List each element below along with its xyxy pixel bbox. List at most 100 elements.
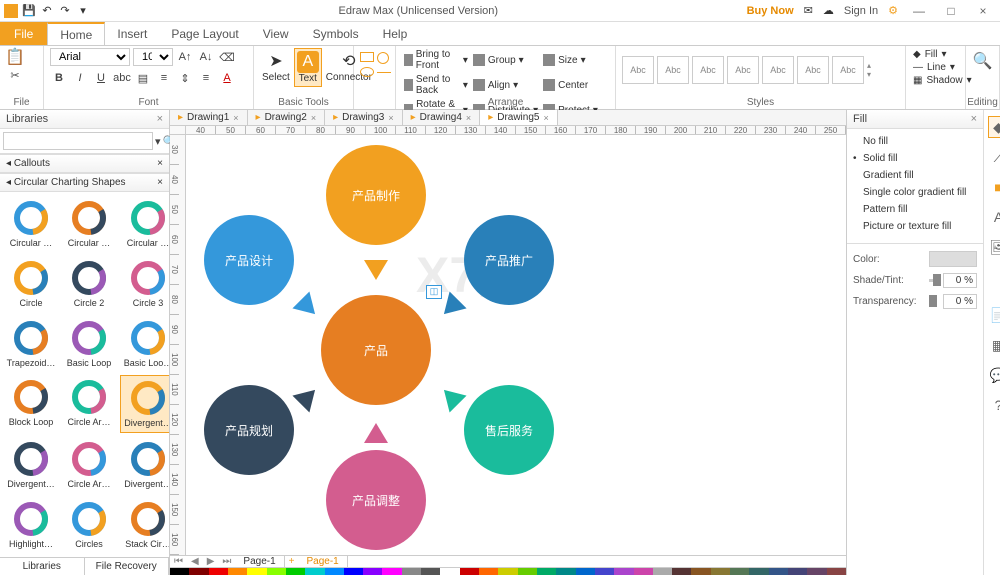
- color-swatch[interactable]: [614, 568, 633, 575]
- decrease-font-icon[interactable]: A↓: [197, 48, 215, 66]
- color-swatch[interactable]: [711, 568, 730, 575]
- style-preset[interactable]: Abc: [762, 56, 794, 84]
- image-tab-icon[interactable]: 🖼: [988, 236, 1000, 258]
- color-swatch[interactable]: [556, 568, 575, 575]
- fill-opt-none[interactable]: No fill: [847, 133, 983, 150]
- shape-oval-icon[interactable]: [360, 67, 374, 77]
- bring-front-button[interactable]: Bring to Front ▾: [402, 48, 470, 72]
- style-preset[interactable]: Abc: [832, 56, 864, 84]
- color-swatch[interactable]: [247, 568, 266, 575]
- library-search-input[interactable]: [3, 132, 153, 150]
- cut-icon[interactable]: ✂: [6, 66, 24, 84]
- shape-item[interactable]: Divergent…: [4, 437, 58, 493]
- doc-tab[interactable]: ▸ Drawing4 ×: [403, 110, 481, 125]
- color-swatch[interactable]: [286, 568, 305, 575]
- color-swatch[interactable]: [691, 568, 710, 575]
- color-swatch[interactable]: [440, 568, 459, 575]
- text-tool[interactable]: AText: [294, 48, 322, 87]
- font-color-icon[interactable]: A: [218, 69, 236, 87]
- shape-item[interactable]: Circle: [4, 256, 58, 312]
- bold-icon[interactable]: B: [50, 69, 68, 87]
- align-text-icon[interactable]: ≡: [197, 69, 215, 87]
- font-name-select[interactable]: Arial: [50, 48, 130, 66]
- fill-tab-icon[interactable]: ◆: [988, 116, 1000, 138]
- strike-icon[interactable]: abc: [113, 69, 131, 87]
- node-tr[interactable]: 产品推广: [464, 215, 554, 305]
- close-button[interactable]: ×: [972, 4, 994, 18]
- fill-dropdown[interactable]: ◆ Fill ▾: [912, 48, 959, 61]
- color-swatch[interactable]: [325, 568, 344, 575]
- qat-redo-icon[interactable]: ↷: [58, 4, 72, 18]
- align-button[interactable]: Align ▾: [471, 73, 540, 97]
- color-swatch[interactable]: [576, 568, 595, 575]
- color-swatch[interactable]: [827, 568, 846, 575]
- shape-item[interactable]: Circle Ar…: [62, 375, 116, 433]
- page-last-icon[interactable]: ⏭: [218, 556, 235, 567]
- qat-save-icon[interactable]: 💾: [22, 4, 36, 18]
- shape-item[interactable]: Circle 3: [120, 256, 169, 312]
- shape-tab-icon[interactable]: ■: [988, 176, 1000, 198]
- center-button[interactable]: Center: [541, 73, 609, 97]
- color-swatch[interactable]: [518, 568, 537, 575]
- buy-now-link[interactable]: Buy Now: [747, 5, 794, 17]
- color-palette[interactable]: [170, 567, 846, 575]
- color-swatch[interactable]: [460, 568, 479, 575]
- color-swatch[interactable]: [769, 568, 788, 575]
- tab-home[interactable]: Home: [47, 22, 105, 45]
- minimize-button[interactable]: —: [908, 4, 930, 18]
- file-menu[interactable]: File: [0, 22, 47, 45]
- shape-circle-icon[interactable]: [377, 52, 389, 64]
- category-callouts[interactable]: ◂ Callouts×: [0, 154, 169, 173]
- signin-link[interactable]: Sign In: [844, 5, 878, 17]
- shape-item[interactable]: Circle 2: [62, 256, 116, 312]
- style-preset[interactable]: Abc: [622, 56, 654, 84]
- fill-opt-solid[interactable]: Solid fill: [847, 150, 983, 167]
- close-icon[interactable]: ×: [157, 113, 163, 125]
- color-swatch[interactable]: [653, 568, 672, 575]
- canvas[interactable]: X7网 产品制作 产品设计 产品推广 产品 产品规划 售后服务 产品调整 ◫: [186, 135, 846, 555]
- shape-item[interactable]: Circles: [62, 497, 116, 553]
- shape-item[interactable]: Trapezoid…: [4, 316, 58, 372]
- paste-icon[interactable]: 📋: [6, 48, 24, 66]
- style-preset[interactable]: Abc: [692, 56, 724, 84]
- color-swatch[interactable]: [749, 568, 768, 575]
- color-swatch[interactable]: [209, 568, 228, 575]
- node-tl[interactable]: 产品设计: [204, 215, 294, 305]
- shape-line-icon[interactable]: [377, 72, 391, 73]
- color-swatch[interactable]: [421, 568, 440, 575]
- color-swatch[interactable]: [498, 568, 517, 575]
- italic-icon[interactable]: I: [71, 69, 89, 87]
- color-swatch[interactable]: [402, 568, 421, 575]
- send-back-button[interactable]: Send to Back ▾: [402, 73, 470, 97]
- line-spacing-icon[interactable]: ⇕: [176, 69, 194, 87]
- shape-item[interactable]: Divergent…: [120, 437, 169, 493]
- shape-item[interactable]: Block Loop: [4, 375, 58, 433]
- doc-tab[interactable]: ▸ Drawing5 ×: [480, 110, 558, 125]
- underline-icon[interactable]: U: [92, 69, 110, 87]
- node-br[interactable]: 售后服务: [464, 385, 554, 475]
- font-size-select[interactable]: 10: [133, 48, 173, 66]
- fill-opt-pattern[interactable]: Pattern fill: [847, 201, 983, 218]
- highlight-icon[interactable]: ▤: [134, 69, 152, 87]
- shape-item[interactable]: Circular …: [62, 196, 116, 252]
- tab-view[interactable]: View: [251, 22, 301, 45]
- line-dropdown[interactable]: — Line ▾: [912, 61, 959, 74]
- shape-item[interactable]: Basic Loop: [62, 316, 116, 372]
- shadow-dropdown[interactable]: ▦ Shadow ▾: [912, 74, 959, 87]
- trans-value[interactable]: 0 %: [943, 294, 977, 309]
- color-swatch[interactable]: [672, 568, 691, 575]
- node-center[interactable]: 产品: [321, 295, 431, 405]
- color-swatch[interactable]: [595, 568, 614, 575]
- close-icon[interactable]: ×: [971, 113, 977, 125]
- fill-opt-single-gradient[interactable]: Single color gradient fill: [847, 184, 983, 201]
- fill-opt-gradient[interactable]: Gradient fill: [847, 167, 983, 184]
- page-setup-icon[interactable]: 📄: [988, 304, 1000, 326]
- doc-tab[interactable]: ▸ Drawing1 ×: [170, 110, 248, 125]
- shade-slider[interactable]: [929, 279, 937, 282]
- close-icon[interactable]: ×: [466, 113, 471, 123]
- search-dropdown-icon[interactable]: ▾: [155, 132, 161, 150]
- shape-item[interactable]: Circle Ar…: [62, 437, 116, 493]
- trans-slider[interactable]: [929, 300, 937, 303]
- color-swatch[interactable]: [788, 568, 807, 575]
- settings-icon[interactable]: ⚙: [888, 4, 898, 17]
